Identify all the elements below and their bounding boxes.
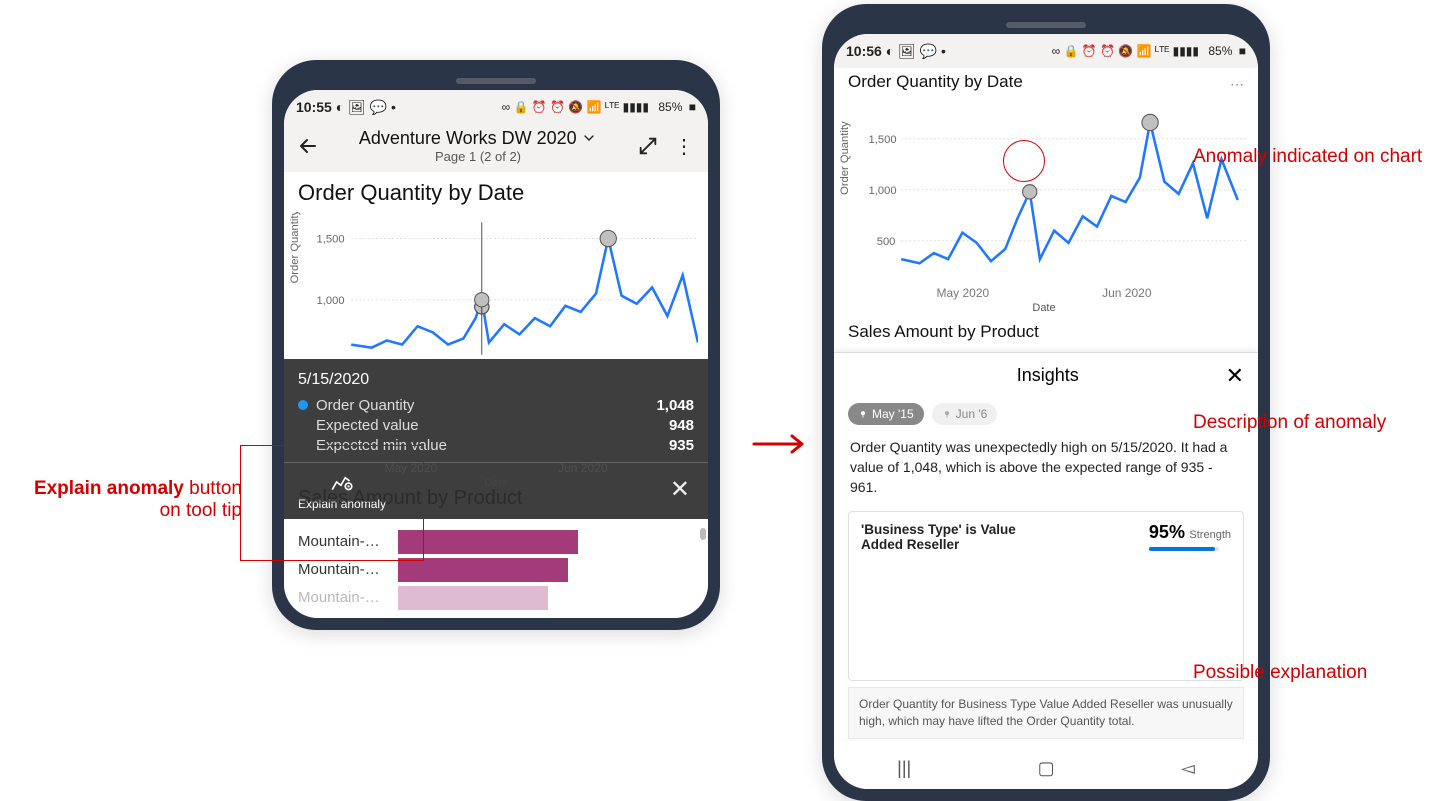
- anomaly-marker-icon: [600, 230, 616, 246]
- chip-may15[interactable]: May '15: [848, 403, 924, 425]
- line-chart[interactable]: Order Quantity 1,500 1,000: [284, 206, 708, 359]
- anomaly-marker-icon: [1142, 114, 1158, 130]
- status-bar-right: 10:56 ◐ 🖼 💬 • ∞ 🔒 ⏰ ⏰ 🔕 📶 ᴸᵀᴱ ▮▮▮▮ 85% ■: [834, 34, 1258, 68]
- x-axis-ticks: May 2020Jun 2020: [880, 286, 1208, 300]
- bar-row: Mountain-…: [298, 586, 694, 610]
- status-time: 10:55: [296, 99, 332, 115]
- insights-strength-pct: 95%: [1149, 522, 1185, 542]
- chevron-down-icon: [581, 130, 597, 146]
- callout-explain-anomaly: Explain anomaly button on tool tip: [12, 478, 242, 522]
- more-menu-button[interactable]: ⋮: [670, 132, 698, 160]
- strength-bar: [1149, 547, 1219, 551]
- status-left-icons: ◐ 🖼 💬 •: [886, 43, 946, 59]
- x-axis-title: Date: [840, 302, 1248, 314]
- tooltip-date: 5/15/2020: [298, 371, 694, 389]
- callout-description: Description of anomaly: [1193, 412, 1386, 434]
- insights-card-title: 'Business Type' is Value Added Reseller: [861, 522, 1031, 552]
- chart-title: Order Quantity by Date: [834, 68, 1258, 92]
- insights-card[interactable]: 'Business Type' is Value Added Reseller …: [848, 511, 1244, 681]
- series-bullet-icon: [298, 400, 308, 410]
- arrow-icon: [752, 432, 812, 456]
- chip-jun6[interactable]: Jun '6: [932, 403, 998, 425]
- anomaly-marker-icon: [1023, 185, 1037, 199]
- status-battery: 85%: [658, 100, 682, 114]
- svg-text:Order Quantity: Order Quantity: [290, 212, 301, 283]
- bar-fill: [398, 558, 568, 582]
- report-title[interactable]: Adventure Works DW 2020: [330, 128, 626, 149]
- pin-icon: [942, 409, 952, 419]
- status-battery: 85%: [1208, 44, 1232, 58]
- nav-back-icon[interactable]: ◅: [1181, 758, 1195, 779]
- insights-footer: Order Quantity for Business Type Value A…: [848, 687, 1244, 739]
- callout-highlight-circle: [1003, 140, 1045, 182]
- bar-fill: [398, 530, 578, 554]
- page-subtitle: Page 1 (2 of 2): [330, 149, 626, 164]
- line-chart[interactable]: Order Quantity 1,500 1,000 500: [834, 92, 1258, 318]
- phone-speaker: [456, 78, 536, 84]
- svg-text:1,000: 1,000: [317, 295, 345, 307]
- expand-button[interactable]: [634, 132, 662, 160]
- line-chart-svg: Order Quantity 1,500 1,000 500: [840, 98, 1248, 282]
- back-button[interactable]: [294, 132, 322, 160]
- insights-title: Insights: [870, 365, 1226, 386]
- anomaly-marker-icon: [475, 293, 489, 315]
- android-nav-bar: ||| ▢ ◅: [834, 747, 1258, 789]
- status-right-icons: ∞ 🔒 ⏰ ⏰ 🔕 📶 ᴸᵀᴱ ▮▮▮▮: [502, 100, 649, 114]
- callout-anomaly-chart: Anomaly indicated on chart: [1193, 146, 1422, 168]
- section-title: Sales Amount by Product: [834, 318, 1258, 348]
- svg-text:1,500: 1,500: [869, 134, 897, 146]
- status-left-icons: ◐ 🖼 💬 •: [336, 99, 396, 115]
- bar-fill: [398, 586, 548, 610]
- bar-row: Mountain-…: [298, 558, 694, 582]
- callout-highlight-box: [240, 445, 424, 561]
- insights-close-button[interactable]: ✕: [1226, 363, 1244, 389]
- status-time: 10:56: [846, 43, 882, 59]
- status-right-icons: ∞ 🔒 ⏰ ⏰ 🔕 📶 ᴸᵀᴱ ▮▮▮▮: [1052, 44, 1199, 58]
- app-header: Adventure Works DW 2020 Page 1 (2 of 2) …: [284, 124, 708, 172]
- nav-recents-icon[interactable]: |||: [897, 758, 911, 779]
- insights-strength-label: Strength: [1189, 529, 1231, 541]
- status-bar-left: 10:55 ◐ 🖼 💬 • ∞ 🔒 ⏰ ⏰ 🔕 📶 ᴸᵀᴱ ▮▮▮▮ 85% ■: [284, 90, 708, 124]
- line-chart-svg: Order Quantity 1,500 1,000: [290, 212, 698, 355]
- scrollbar-icon: [700, 528, 706, 540]
- pin-icon: [858, 409, 868, 419]
- callout-explanation: Possible explanation: [1193, 662, 1367, 684]
- insights-description: Order Quantity was unexpectedly high on …: [834, 429, 1258, 506]
- nav-home-icon[interactable]: ▢: [1038, 758, 1055, 779]
- svg-text:Order Quantity: Order Quantity: [840, 121, 851, 195]
- phone-speaker: [1006, 22, 1086, 28]
- svg-text:500: 500: [877, 236, 896, 248]
- svg-text:1,500: 1,500: [317, 234, 345, 246]
- chart-title: Order Quantity by Date: [284, 172, 708, 206]
- chart-more-button[interactable]: ⋯: [1230, 76, 1244, 93]
- svg-text:1,000: 1,000: [869, 185, 897, 197]
